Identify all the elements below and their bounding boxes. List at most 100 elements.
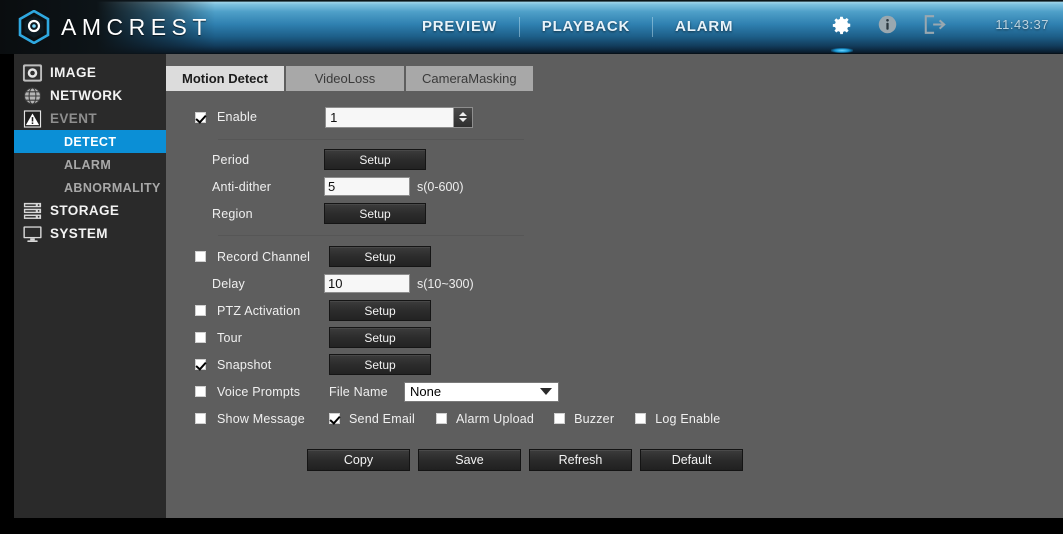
brand-logo: AMCREST xyxy=(18,10,212,44)
file-name-select[interactable]: None xyxy=(404,381,559,402)
sidebar-item-detect-label: DETECT xyxy=(64,134,117,149)
network-globe-icon xyxy=(23,86,42,105)
monitor-icon xyxy=(23,225,42,242)
warning-triangle-icon xyxy=(23,109,42,128)
record-channel-setup-button[interactable]: Setup xyxy=(329,246,431,267)
logout-icon[interactable] xyxy=(923,14,946,38)
sidebar-item-image-label: IMAGE xyxy=(50,64,97,80)
server-stack-icon xyxy=(23,202,42,219)
alarm-upload-checkbox[interactable] xyxy=(435,413,447,424)
app-header: AMCREST PREVIEW PLAYBACK ALARM 11:43:37 xyxy=(0,0,1063,54)
ptz-activation-setup-button[interactable]: Setup xyxy=(329,300,431,321)
chevron-up-icon[interactable] xyxy=(459,112,468,116)
tour-checkbox[interactable] xyxy=(195,332,206,343)
chevron-down-icon[interactable] xyxy=(459,118,468,122)
channel-stepper[interactable]: 1 xyxy=(325,106,474,128)
ptz-activation-checkbox[interactable] xyxy=(195,305,206,316)
sidebar-item-abnormality[interactable]: ABNORMALITY xyxy=(14,176,166,199)
sidebar-item-image[interactable]: IMAGE xyxy=(14,61,166,84)
region-setup-button[interactable]: Setup xyxy=(324,203,426,224)
record-channel-label: Record Channel xyxy=(217,249,311,264)
action-button-bar: Copy Save Refresh Default xyxy=(307,449,1063,471)
snapshot-label: Snapshot xyxy=(217,357,272,372)
nav-item-alarm[interactable]: ALARM xyxy=(653,16,755,38)
chevron-down-icon xyxy=(540,388,552,395)
send-email-label: Send Email xyxy=(349,411,415,426)
period-setup-button[interactable]: Setup xyxy=(324,149,426,170)
sidebar-item-network-label: NETWORK xyxy=(50,87,123,103)
gear-icon-glyph xyxy=(832,16,851,35)
divider-top xyxy=(218,139,524,140)
show-message-label: Show Message xyxy=(217,411,305,426)
sidebar-item-event[interactable]: EVENT xyxy=(14,107,166,130)
refresh-button[interactable]: Refresh xyxy=(529,449,632,471)
enable-label: Enable xyxy=(217,110,258,124)
tour-setup-button[interactable]: Setup xyxy=(329,327,431,348)
info-icon[interactable] xyxy=(877,14,899,38)
tab-motion-detect[interactable]: Motion Detect xyxy=(166,66,284,91)
amcrest-hex-camera-logo-icon xyxy=(18,10,50,44)
delay-label: Delay xyxy=(212,276,245,291)
sidebar-item-alarm[interactable]: ALARM xyxy=(14,153,166,176)
channel-value: 1 xyxy=(330,109,338,125)
record-channel-checkbox[interactable] xyxy=(195,251,206,262)
row-period: Period Setup xyxy=(166,146,1063,173)
send-email-checkbox[interactable] xyxy=(329,413,340,424)
buzzer-label: Buzzer xyxy=(574,411,615,426)
row-delay: Delay 10 s(10~300) xyxy=(166,270,1063,297)
sidebar-item-network[interactable]: NETWORK xyxy=(14,84,166,107)
save-button[interactable]: Save xyxy=(418,449,521,471)
anti-dither-label: Anti-dither xyxy=(212,179,272,194)
sidebar-item-event-label: EVENT xyxy=(50,110,98,126)
row-tour: Tour Setup xyxy=(166,324,1063,351)
row-record-channel: Record Channel Setup xyxy=(166,243,1063,270)
log-enable-label: Log Enable xyxy=(655,411,721,426)
nav-item-playback[interactable]: PLAYBACK xyxy=(520,16,652,38)
tab-video-loss[interactable]: VideoLoss xyxy=(286,66,404,91)
row-snapshot: Snapshot Setup xyxy=(166,351,1063,378)
header-icon-group xyxy=(831,14,946,53)
anti-dither-hint: s(0-600) xyxy=(417,179,464,194)
voice-prompts-checkbox[interactable] xyxy=(195,386,206,397)
voice-prompts-label: Voice Prompts xyxy=(217,384,301,399)
delay-hint: s(10~300) xyxy=(417,276,474,291)
row-ptz-activation: PTZ Activation Setup xyxy=(166,297,1063,324)
channel-stepper-buttons[interactable] xyxy=(453,107,473,127)
buzzer-checkbox[interactable] xyxy=(554,413,566,424)
alarm-upload-label: Alarm Upload xyxy=(455,411,535,426)
enable-checkbox[interactable] xyxy=(195,111,206,123)
camera-lens-icon xyxy=(22,63,43,82)
motion-detect-form: Enable 1 Period Setup Anti-dither 5 s(0-… xyxy=(166,102,1063,471)
ptz-activation-label: PTZ Activation xyxy=(217,303,301,318)
amcrest-camera-web-ui: AMCREST PREVIEW PLAYBACK ALARM 11:43:37 … xyxy=(0,0,1063,534)
period-label: Period xyxy=(212,152,250,167)
row-region: Region Setup xyxy=(166,200,1063,227)
gear-icon[interactable] xyxy=(831,14,853,53)
sidebar-item-abnormality-label: ABNORMALITY xyxy=(64,180,161,195)
copy-button[interactable]: Copy xyxy=(307,449,410,471)
row-alarm-outputs: Show Message Send Email Alarm Upload Buz… xyxy=(166,405,1063,432)
snapshot-checkbox[interactable] xyxy=(195,359,206,370)
file-name-label: File Name xyxy=(329,384,388,399)
logout-icon-glyph xyxy=(924,15,946,34)
sidebar-item-storage[interactable]: STORAGE xyxy=(14,199,166,222)
info-icon-glyph xyxy=(878,15,897,34)
show-message-checkbox[interactable] xyxy=(195,413,206,424)
row-voice-prompts: Voice Prompts File Name None xyxy=(166,378,1063,405)
log-enable-checkbox[interactable] xyxy=(635,413,647,424)
default-button[interactable]: Default xyxy=(640,449,743,471)
nav-item-preview[interactable]: PREVIEW xyxy=(400,16,519,38)
sidebar-item-storage-label: STORAGE xyxy=(50,202,120,218)
tab-camera-masking[interactable]: CameraMasking xyxy=(406,66,533,91)
brand-name: AMCREST xyxy=(61,14,212,40)
sidebar-item-system[interactable]: SYSTEM xyxy=(14,222,166,245)
snapshot-setup-button[interactable]: Setup xyxy=(329,354,431,375)
bottom-edge-filler xyxy=(0,518,1063,534)
sidebar-item-detect[interactable]: DETECT xyxy=(14,130,166,153)
delay-input[interactable]: 10 xyxy=(324,274,410,293)
region-label: Region xyxy=(212,206,253,221)
divider-middle xyxy=(218,235,524,236)
main-nav: PREVIEW PLAYBACK ALARM xyxy=(400,16,755,38)
sidebar-nav: IMAGE NETWORK EVENT DETECT ALARM ABNORMA… xyxy=(14,54,166,518)
anti-dither-input[interactable]: 5 xyxy=(324,177,410,196)
